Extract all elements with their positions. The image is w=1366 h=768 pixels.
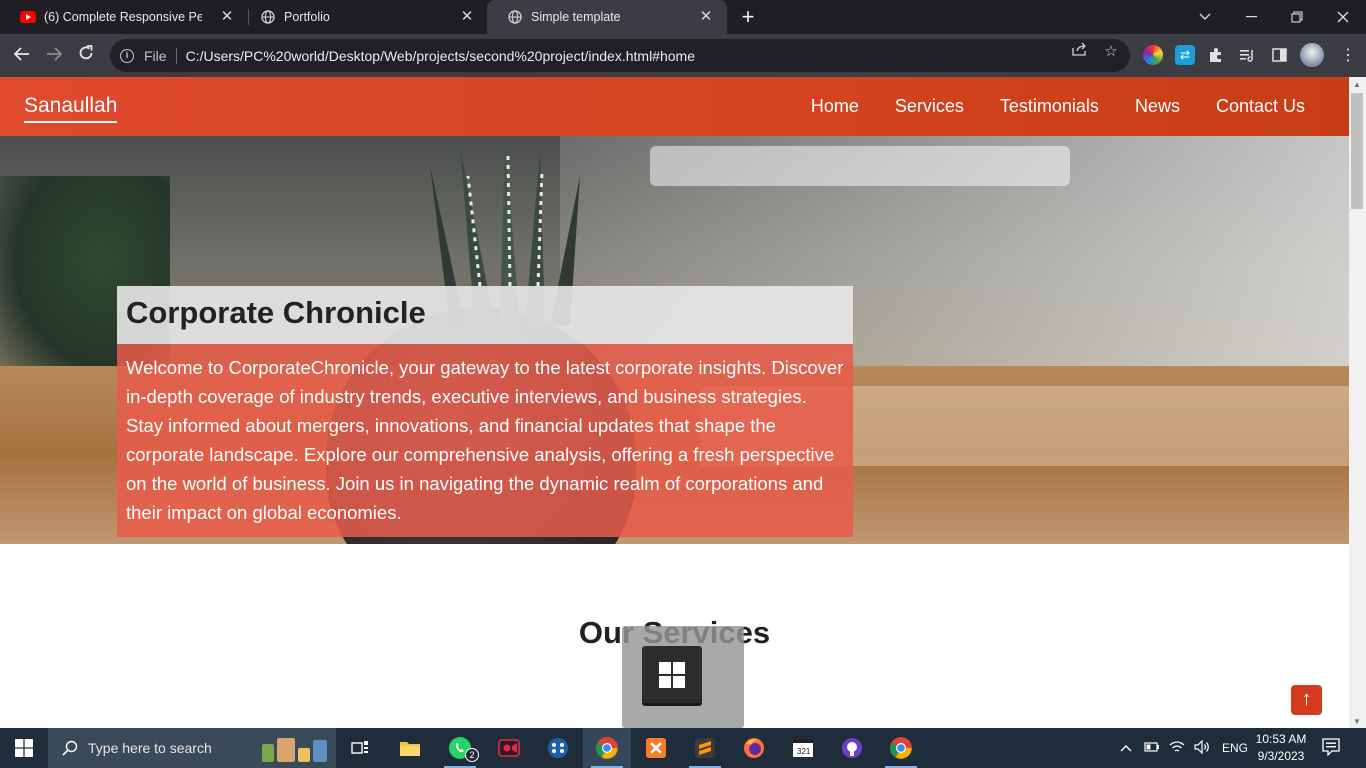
- globe-icon: [260, 9, 276, 25]
- nav-testimonials[interactable]: Testimonials: [1000, 96, 1099, 117]
- scheme-label: File: [144, 47, 167, 64]
- media-control-icon[interactable]: [1237, 45, 1257, 65]
- volume-icon[interactable]: [1194, 739, 1210, 757]
- hero-card: Corporate Chronicle Welcome to Corporate…: [117, 286, 853, 537]
- extension-icon[interactable]: ⇄: [1175, 45, 1195, 65]
- scroll-down-arrow-icon[interactable]: ▼: [1353, 717, 1361, 726]
- svg-text:321: 321: [797, 747, 811, 756]
- side-panel-icon[interactable]: [1269, 45, 1289, 65]
- minimize-button[interactable]: [1228, 0, 1274, 34]
- new-tab-button[interactable]: +: [736, 5, 760, 29]
- scrollbar-thumb[interactable]: [1351, 93, 1363, 209]
- github-desktop-icon[interactable]: [828, 728, 876, 768]
- language-indicator[interactable]: ENG: [1222, 741, 1248, 755]
- search-icon: [62, 740, 78, 756]
- page-scrollbar[interactable]: ▲ ▼: [1349, 77, 1366, 728]
- share-icon[interactable]: [1070, 42, 1090, 62]
- chrome-icon[interactable]: [877, 728, 925, 768]
- chrome-icon[interactable]: [583, 728, 631, 768]
- tab-portfolio[interactable]: Portfolio ✕: [240, 0, 488, 34]
- task-view-icon[interactable]: [336, 728, 384, 768]
- brand-logo[interactable]: Sanaullah: [24, 94, 118, 123]
- clock-date: 9/3/2023: [1257, 749, 1305, 763]
- file-explorer-icon[interactable]: [386, 728, 434, 768]
- close-tab-icon[interactable]: ✕: [697, 8, 715, 26]
- video-editor-icon[interactable]: 321: [779, 728, 827, 768]
- windows-taskbar: Type here to search 2 321 ENG 10:53 AM 9…: [0, 728, 1366, 768]
- tab-title: Simple template: [531, 10, 621, 24]
- nav-contact-us[interactable]: Contact Us: [1216, 96, 1305, 117]
- tab-title: Portfolio: [284, 10, 330, 24]
- taskbar-search[interactable]: Type here to search: [48, 728, 336, 768]
- globe-icon: [507, 9, 523, 25]
- profile-avatar[interactable]: [1300, 43, 1324, 67]
- scroll-up-arrow-icon[interactable]: ▲: [1353, 80, 1361, 89]
- screen-recorder-icon[interactable]: [485, 728, 533, 768]
- site-header: Sanaullah Home Services Testimonials New…: [0, 77, 1349, 136]
- search-highlight-illustration: [262, 734, 332, 762]
- taskbar-clock[interactable]: 10:53 AM 9/3/2023: [1250, 731, 1312, 765]
- clock-time: 10:53 AM: [1255, 732, 1307, 746]
- hero-title: Corporate Chronicle: [117, 286, 853, 344]
- tab-search-chevron-icon[interactable]: [1182, 0, 1228, 34]
- tab-youtube[interactable]: (6) Complete Responsive Persona ✕: [0, 0, 248, 34]
- tab-simple-template[interactable]: Simple template ✕: [487, 0, 727, 34]
- hero-background-window: [650, 146, 1070, 186]
- close-tab-icon[interactable]: ✕: [218, 8, 236, 26]
- whatsapp-badge: 2: [465, 748, 479, 762]
- xampp-icon[interactable]: [632, 728, 680, 768]
- app-icon[interactable]: [534, 728, 582, 768]
- restore-button[interactable]: [1274, 0, 1320, 34]
- color-picker-extension-icon[interactable]: [1143, 45, 1163, 65]
- reload-icon[interactable]: [73, 43, 99, 69]
- sublime-text-icon[interactable]: [681, 728, 729, 768]
- wifi-icon[interactable]: [1169, 740, 1185, 757]
- firefox-icon[interactable]: [730, 728, 778, 768]
- whatsapp-icon[interactable]: 2: [436, 728, 484, 768]
- chrome-menu-icon[interactable]: ⋮: [1338, 45, 1358, 65]
- close-tab-icon[interactable]: ✕: [458, 8, 476, 26]
- browser-tab-strip: (6) Complete Responsive Persona ✕ Portfo…: [0, 0, 1366, 34]
- scroll-to-top-button[interactable]: ↑: [1291, 685, 1322, 715]
- hero-section: Corporate Chronicle Welcome to Corporate…: [0, 136, 1349, 544]
- site-info-icon[interactable]: i: [120, 48, 134, 63]
- divider: [175, 47, 177, 64]
- close-window-button[interactable]: [1320, 0, 1366, 34]
- youtube-icon: [20, 9, 36, 25]
- tab-title: (6) Complete Responsive Persona: [44, 10, 202, 24]
- extensions-puzzle-icon[interactable]: [1206, 45, 1226, 65]
- bookmark-star-icon[interactable]: ☆: [1101, 42, 1121, 62]
- nav-home[interactable]: Home: [811, 96, 859, 117]
- start-preview-overlay: [622, 626, 744, 728]
- show-hidden-icons-chevron-icon[interactable]: [1120, 741, 1136, 755]
- windows-logo-icon: [642, 646, 702, 706]
- hero-description: Welcome to CorporateChronicle, your gate…: [117, 344, 853, 537]
- system-tray: ENG: [1120, 728, 1248, 768]
- nav-services[interactable]: Services: [895, 96, 964, 117]
- search-placeholder: Type here to search: [88, 740, 212, 756]
- start-button[interactable]: [0, 728, 48, 768]
- forward-icon[interactable]: [41, 43, 67, 69]
- windows-start-icon: [15, 739, 33, 757]
- notification-center-icon[interactable]: [1322, 738, 1342, 758]
- url-text[interactable]: C:/Users/PC%20world/Desktop/Web/projects…: [186, 48, 695, 64]
- battery-icon[interactable]: [1144, 741, 1160, 755]
- main-nav: Home Services Testimonials News Contact …: [811, 96, 1305, 117]
- address-bar[interactable]: i File C:/Users/PC%20world/Desktop/Web/p…: [110, 39, 1130, 72]
- nav-news[interactable]: News: [1135, 96, 1180, 117]
- back-icon[interactable]: [9, 43, 35, 69]
